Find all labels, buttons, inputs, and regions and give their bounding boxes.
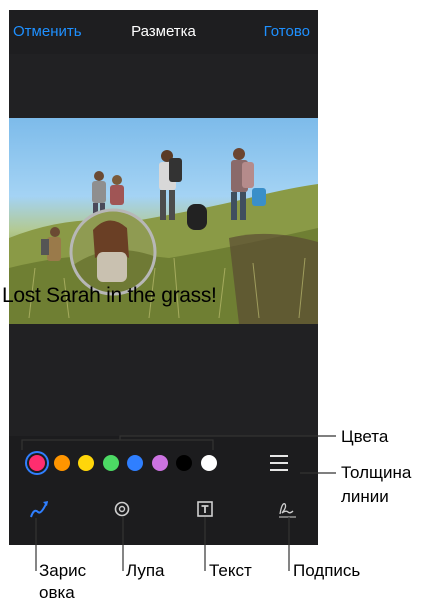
color-swatch[interactable]	[127, 455, 143, 471]
color-swatch[interactable]	[29, 455, 45, 471]
thickness-line-icon	[270, 469, 288, 471]
line-thickness-button[interactable]	[270, 455, 288, 471]
thickness-line-icon	[270, 455, 288, 457]
signature-tool-button[interactable]	[276, 498, 298, 520]
annotation-thickness-line1: Толщина	[341, 463, 412, 482]
annotation-signature: Подпись	[293, 561, 361, 580]
color-swatch[interactable]	[151, 455, 168, 471]
annotation-loupe: Лупа	[126, 561, 165, 580]
sketch-tool-button[interactable]	[28, 498, 50, 520]
color-swatch[interactable]	[200, 455, 217, 471]
thickness-line-icon	[270, 462, 288, 464]
annotation-text: Текст	[209, 561, 252, 580]
canvas-background-bottom	[9, 324, 318, 436]
color-swatch[interactable]	[102, 455, 119, 471]
text-tool-button[interactable]	[194, 498, 216, 520]
photo-caption-text[interactable]: Lost Sarah in the grass!	[2, 284, 217, 308]
color-swatch[interactable]	[176, 455, 192, 471]
navigation-bar: Отменить Разметка Готово	[9, 10, 318, 54]
annotation-sketch-line2: овка	[39, 583, 75, 602]
loupe-icon	[114, 501, 130, 517]
color-swatch[interactable]	[78, 455, 94, 471]
tool-bar	[9, 488, 318, 545]
text-icon	[197, 501, 213, 517]
annotation-sketch-line1: Зарис	[39, 561, 87, 580]
sketch-icon	[30, 501, 48, 518]
annotation-thickness-line2: линии	[341, 487, 389, 506]
loupe-tool-button[interactable]	[111, 498, 133, 520]
color-swatch[interactable]	[53, 455, 70, 471]
annotation-colors: Цвета	[341, 427, 389, 446]
done-button[interactable]: Готово	[264, 23, 310, 41]
canvas-background-top	[9, 54, 318, 118]
signature-icon	[279, 503, 296, 518]
